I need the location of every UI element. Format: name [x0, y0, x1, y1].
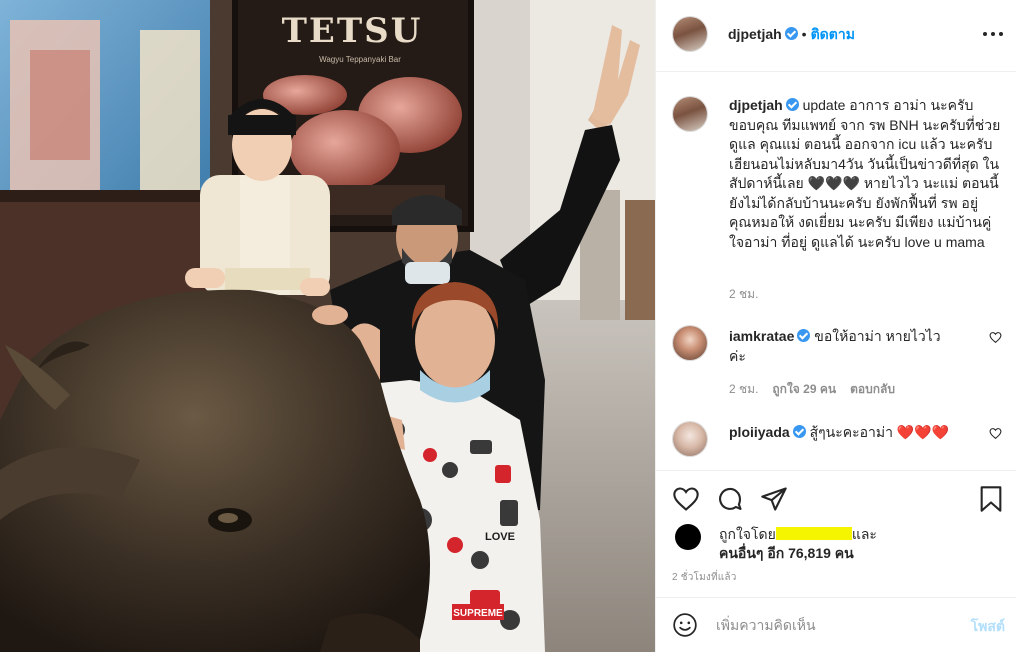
liker-name-redacted[interactable]: [775, 527, 852, 540]
caption-text: update อาการ อาม่า นะครับ ขอบคุณ ทีมแพทย…: [729, 97, 1001, 250]
post-timestamp[interactable]: 2 ชั่วโมงที่แล้ว: [672, 570, 737, 585]
separator-dot: •: [801, 26, 807, 42]
comment-hearts: ❤️❤️❤️: [896, 424, 950, 440]
instagram-post-modal: TETSU Wagyu Teppanyaki Bar SUPREME LOVE …: [0, 0, 1016, 652]
commenter-avatar[interactable]: [672, 421, 708, 457]
comment-item: iamkratae ขอให้อาม่า หายไวไวค่ะ 2 ชม. ถูก…: [672, 325, 1002, 405]
verified-icon: [797, 329, 811, 342]
add-comment-bar: โพสต์: [656, 597, 1016, 652]
verified-icon: [785, 98, 799, 111]
post-sidebar: djpetjah • ติดตาม djpetjah update อาการ อา…: [655, 0, 1016, 652]
commenter-username[interactable]: ploiiyada: [729, 424, 790, 440]
header-line: djpetjah • ติดตาม: [728, 24, 855, 46]
comment-input[interactable]: [716, 612, 946, 638]
emoji-icon[interactable]: [672, 612, 698, 638]
more-options-icon[interactable]: [983, 24, 1003, 44]
caption-time[interactable]: 2 ชม.: [729, 285, 758, 304]
comment-time[interactable]: 2 ชม.: [729, 382, 758, 396]
sweater-text-love: LOVE: [485, 531, 515, 543]
comment-icon[interactable]: [716, 485, 744, 513]
verified-icon: [784, 27, 798, 40]
comment-body: ploiiyada สู้ๆนะคะอาม่า ❤️❤️❤️: [729, 423, 951, 443]
post-actions: ถูกใจโดย และ คนอื่นๆ อีก 76,819 คน 2 ชั่ว…: [656, 470, 1016, 652]
heart-icon[interactable]: [989, 427, 1002, 440]
liked-by-suffix: และ: [851, 526, 877, 542]
likes-summary: ถูกใจโดย และ คนอื่นๆ อีก 76,819 คน: [672, 524, 1002, 561]
likes-count[interactable]: คนอื่นๆ อีก 76,819 คน: [719, 543, 854, 565]
heart-icon[interactable]: [672, 485, 700, 513]
share-icon[interactable]: [760, 485, 788, 513]
sign-tetsu-text: TETSU: [282, 11, 423, 51]
post-image-illustration: TETSU Wagyu Teppanyaki Bar SUPREME LOVE: [0, 0, 655, 652]
post-comment-button[interactable]: โพสต์: [971, 616, 1005, 638]
liker-avatar[interactable]: [675, 524, 701, 550]
commenter-username[interactable]: iamkratae: [729, 328, 794, 344]
reply-button[interactable]: ตอบกลับ: [850, 382, 895, 396]
caption-text-block: djpetjah update อาการ อาม่า นะครับ ขอบคุ…: [729, 96, 1003, 252]
liked-by-prefix: ถูกใจโดย: [719, 526, 776, 542]
sweater-text-supreme: SUPREME: [453, 608, 503, 619]
comment-text: สู้ๆนะคะอาม่า: [809, 424, 893, 440]
comment-body: iamkratae ขอให้อาม่า หายไวไวค่ะ: [729, 327, 951, 366]
author-username[interactable]: djpetjah: [728, 26, 782, 42]
commenter-avatar[interactable]: [672, 325, 708, 361]
comment-item: ploiiyada สู้ๆนะคะอาม่า ❤️❤️❤️: [672, 421, 1002, 465]
verified-icon: [792, 425, 806, 438]
bookmark-icon[interactable]: [977, 485, 1005, 513]
caption-avatar[interactable]: [672, 96, 708, 132]
author-avatar[interactable]: [672, 16, 708, 52]
caption-username[interactable]: djpetjah: [729, 97, 783, 113]
heart-icon[interactable]: [989, 331, 1002, 344]
post-photo[interactable]: TETSU Wagyu Teppanyaki Bar SUPREME LOVE: [0, 0, 655, 652]
comment-meta: 2 ชม. ถูกใจ 29 คน ตอบกลับ: [729, 380, 909, 399]
comment-likes-count[interactable]: ถูกใจ 29 คน: [772, 382, 836, 396]
sign-sub-text: Wagyu Teppanyaki Bar: [319, 55, 401, 64]
post-header: djpetjah • ติดตาม: [656, 0, 1016, 72]
follow-button[interactable]: ติดตาม: [811, 26, 855, 42]
